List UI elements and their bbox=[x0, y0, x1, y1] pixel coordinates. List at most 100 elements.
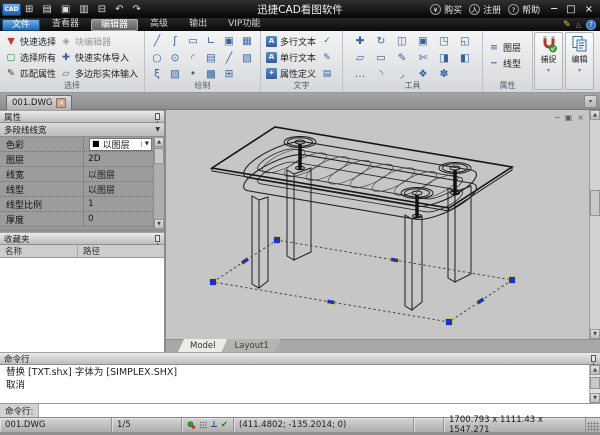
snap-marker-icon[interactable] bbox=[187, 420, 196, 430]
break-icon[interactable]: ◧ bbox=[455, 50, 476, 67]
help-button[interactable]: ? 帮助 bbox=[508, 3, 540, 16]
drawing-canvas[interactable]: ─ ▣ × ▲ ▼ Model Layout1 bbox=[166, 110, 600, 352]
document-close-icon[interactable]: × bbox=[56, 98, 66, 108]
scroll-down-icon[interactable]: ▼ bbox=[590, 393, 600, 403]
circle-icon[interactable]: ○ bbox=[148, 50, 166, 67]
grid-toggle-icon[interactable] bbox=[199, 420, 208, 430]
tab-viewer[interactable]: 查看器 bbox=[43, 19, 88, 31]
scroll-up-icon[interactable]: ▲ bbox=[590, 365, 600, 375]
quick-entity-import-button[interactable]: ✚ 快速实体导入 bbox=[58, 49, 140, 65]
scale-icon[interactable]: ▭ bbox=[371, 50, 392, 67]
polyline-icon[interactable]: ∟ bbox=[202, 33, 220, 50]
single-text-button[interactable]: A 单行文本 bbox=[264, 49, 318, 65]
text-style-icon[interactable]: ✎ bbox=[320, 50, 334, 67]
edit-polyline-icon[interactable]: ✎ bbox=[392, 50, 413, 67]
tab-editor[interactable]: 编辑器 bbox=[91, 19, 138, 31]
spell-check-icon[interactable]: ✓ bbox=[320, 33, 334, 50]
block-icon[interactable]: ▣ bbox=[220, 33, 238, 50]
ortho-toggle-icon[interactable]: ⊥ bbox=[210, 420, 218, 430]
color-combobox[interactable]: ■ 以图层 ▼ bbox=[89, 138, 152, 151]
favorites-col-path[interactable]: 路径 bbox=[78, 245, 100, 257]
mtext-button[interactable]: A 多行文本 bbox=[264, 33, 318, 49]
document-list-dropdown-icon[interactable]: ▾ bbox=[584, 95, 597, 108]
command-scrollbar[interactable]: ▲ ▼ bbox=[589, 365, 600, 403]
buy-button[interactable]: ¥ 购买 bbox=[430, 3, 462, 16]
undo-icon[interactable]: ↶ bbox=[115, 4, 123, 15]
open-file-icon[interactable]: ▤ bbox=[42, 4, 51, 15]
save-icon[interactable]: ▣ bbox=[61, 4, 70, 15]
construction-line-icon[interactable]: ╱ bbox=[220, 50, 238, 67]
tab-advanced[interactable]: 高级 bbox=[141, 19, 177, 31]
edit-dropdown-icon[interactable]: ▾ bbox=[578, 67, 581, 74]
linetype-button[interactable]: ┅ 线型 bbox=[486, 55, 529, 71]
document-tab[interactable]: 001.DWG × bbox=[6, 95, 72, 110]
redo-icon[interactable]: ↷ bbox=[133, 4, 141, 15]
entity-type-selector[interactable]: 多段线线宽 ▼ bbox=[0, 123, 164, 137]
selection-grips[interactable] bbox=[210, 237, 516, 326]
canvas-scrollbar[interactable]: ▲ ▼ bbox=[589, 110, 600, 339]
copy-icon[interactable]: ▣ bbox=[413, 33, 434, 50]
pin-icon[interactable] bbox=[591, 355, 596, 362]
ellipse-icon[interactable]: ⊙ bbox=[166, 50, 184, 67]
pin-icon[interactable] bbox=[155, 113, 160, 120]
attribute-define-button[interactable]: ✦ 属性定义 bbox=[264, 65, 318, 81]
canvas-minimize-icon[interactable]: ─ bbox=[555, 113, 560, 122]
snap-button[interactable]: 捕捉 ▾ bbox=[534, 32, 563, 90]
tab-vip[interactable]: VIP功能 bbox=[219, 19, 269, 31]
close-button[interactable]: × bbox=[585, 4, 593, 15]
maximize-button[interactable]: □ bbox=[566, 4, 575, 15]
image-icon[interactable]: ▤ bbox=[202, 50, 220, 67]
help-badge-icon[interactable]: ? bbox=[586, 20, 596, 30]
array-icon[interactable]: ◳ bbox=[434, 33, 455, 50]
app-logo[interactable]: CAD bbox=[2, 3, 21, 16]
scrollbar-thumb[interactable] bbox=[154, 148, 164, 164]
tab-model[interactable]: Model bbox=[178, 339, 228, 352]
favorites-list[interactable] bbox=[0, 258, 164, 352]
scroll-down-icon[interactable]: ▼ bbox=[590, 329, 600, 339]
new-file-icon[interactable]: ⊞ bbox=[25, 4, 33, 15]
canvas-restore-icon[interactable]: ▣ bbox=[565, 113, 573, 122]
gradient-icon[interactable]: ▧ bbox=[238, 50, 256, 67]
scrollbar-thumb[interactable] bbox=[590, 190, 600, 216]
arc-icon[interactable]: ◜ bbox=[184, 50, 202, 67]
edit-button[interactable]: 编辑 ▾ bbox=[565, 32, 594, 90]
trim-icon[interactable]: ✄ bbox=[413, 50, 434, 67]
spline-icon[interactable]: ʃ bbox=[166, 33, 184, 50]
scroll-up-icon[interactable]: ▲ bbox=[154, 137, 164, 147]
register-button[interactable]: 人 注册 bbox=[469, 3, 501, 16]
mirror-icon[interactable]: ◫ bbox=[392, 33, 413, 50]
favorites-col-name[interactable]: 名称 bbox=[0, 245, 78, 257]
cad-drawing[interactable] bbox=[166, 110, 600, 339]
collapse-ribbon-icon[interactable]: △ bbox=[576, 21, 581, 29]
tab-output[interactable]: 输出 bbox=[180, 19, 216, 31]
tab-layout1[interactable]: Layout1 bbox=[223, 339, 281, 352]
chevron-down-icon[interactable]: ▼ bbox=[141, 141, 149, 147]
snap-dropdown-icon[interactable]: ▾ bbox=[547, 67, 550, 74]
command-history[interactable]: 替换 [TXT.shx] 字体为 [SIMPLEX.SHX] 取消 bbox=[0, 365, 600, 403]
stretch-icon[interactable]: ▱ bbox=[350, 50, 371, 67]
canvas-close-icon[interactable]: × bbox=[577, 113, 584, 122]
print-icon[interactable]: ⊟ bbox=[98, 4, 106, 15]
pin-icon[interactable] bbox=[155, 235, 160, 242]
scroll-up-icon[interactable]: ▲ bbox=[590, 110, 600, 120]
select-all-button[interactable]: ▢ 选择所有 bbox=[3, 49, 58, 65]
extend-icon[interactable]: ◨ bbox=[434, 50, 455, 67]
draw-check-icon[interactable]: ✔ bbox=[221, 420, 228, 430]
minimize-button[interactable]: ─ bbox=[551, 4, 557, 15]
scrollbar-thumb[interactable] bbox=[590, 377, 600, 389]
feedback-pencil-icon[interactable]: ✎ bbox=[563, 20, 571, 30]
line-icon[interactable]: ╱ bbox=[148, 33, 166, 50]
layers-button[interactable]: ≡ 图层 bbox=[486, 39, 529, 55]
resize-grip[interactable] bbox=[587, 421, 599, 431]
scroll-down-icon[interactable]: ▼ bbox=[154, 219, 164, 229]
move-icon[interactable]: ✚ bbox=[350, 33, 371, 50]
rotate-icon[interactable]: ↻ bbox=[371, 33, 392, 50]
quick-select-button[interactable]: ▼ 快速选择 bbox=[3, 33, 58, 49]
tab-file[interactable]: 文件 bbox=[2, 19, 40, 31]
boundary-icon[interactable]: ▦ bbox=[238, 33, 256, 50]
offset-icon[interactable]: ◱ bbox=[455, 33, 476, 50]
rectangle-icon[interactable]: ▭ bbox=[184, 33, 202, 50]
save-as-icon[interactable]: ▥ bbox=[79, 4, 88, 15]
properties-scrollbar[interactable]: ▲ ▼ bbox=[153, 137, 164, 229]
match-properties-button[interactable]: ✎ 匹配属性 bbox=[3, 65, 58, 81]
